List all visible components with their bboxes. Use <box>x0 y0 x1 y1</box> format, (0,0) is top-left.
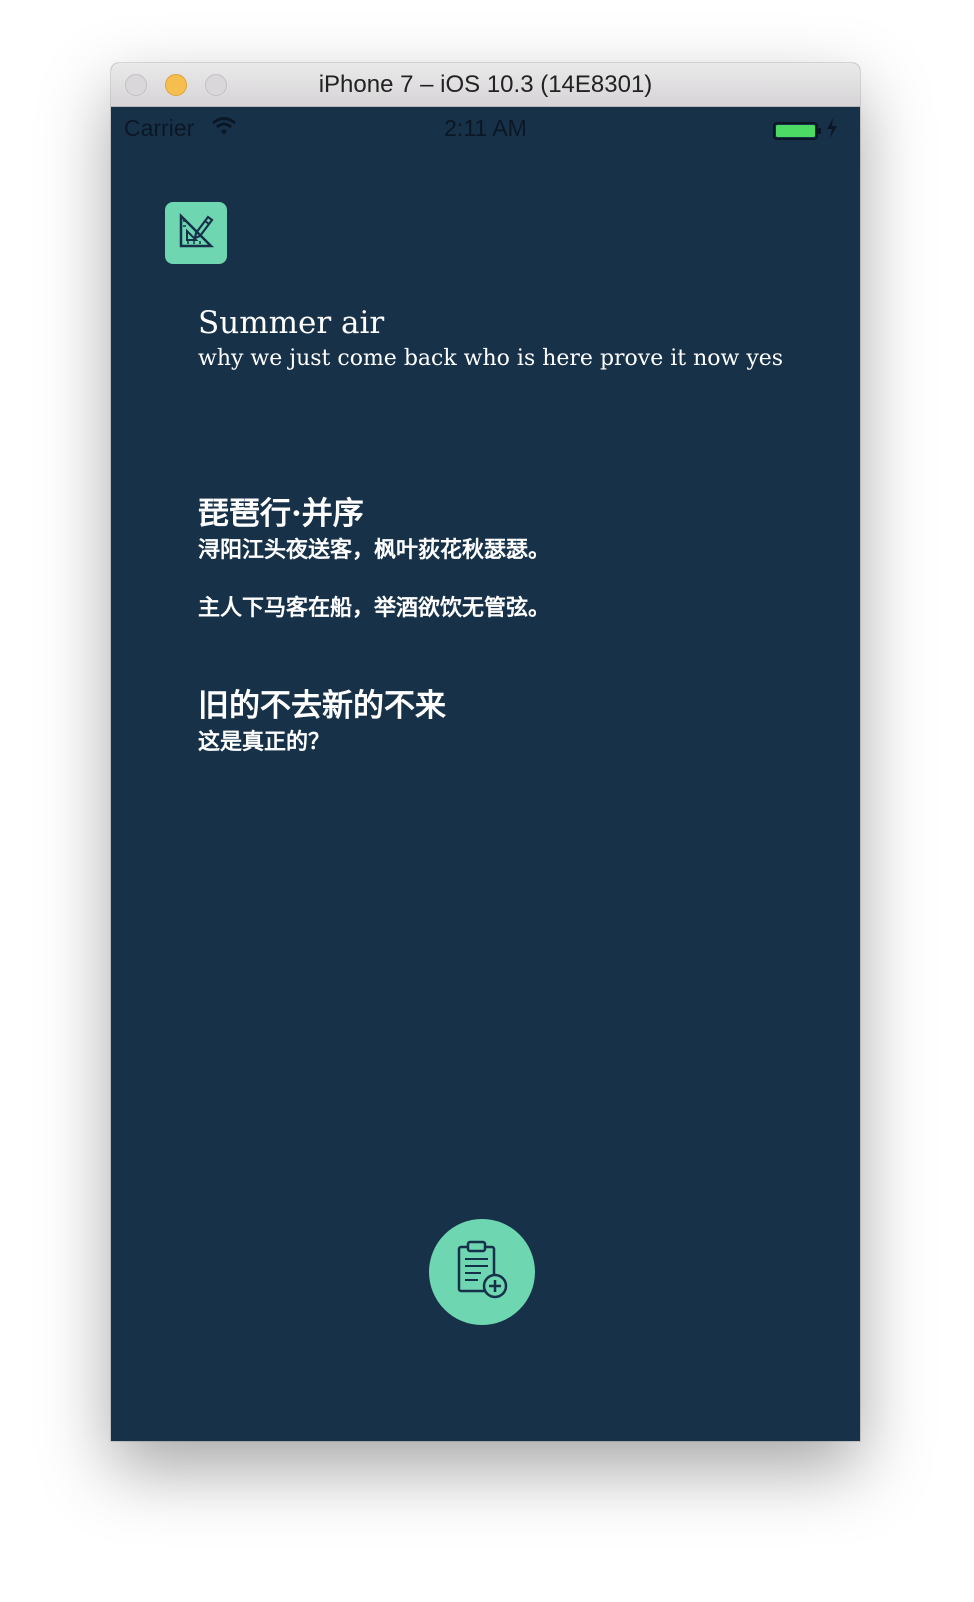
entry-old-new[interactable]: 旧的不去新的不来 这是真正的？ <box>198 687 446 759</box>
entry-title: 琵琶行·并序 <box>198 496 364 532</box>
entry-title: 旧的不去新的不来 <box>198 688 446 724</box>
ruler-pencil-icon <box>176 211 216 255</box>
window-title: iPhone 7 – iOS 10.3 (14E8301) <box>318 71 653 98</box>
simulator-window: iPhone 7 – iOS 10.3 (14E8301) Carrier 2:… <box>111 63 860 1441</box>
status-bar: Carrier 2:11 AM <box>111 107 860 147</box>
add-note-button[interactable] <box>429 1219 535 1325</box>
entry-line: why we just come back who is here prove … <box>198 346 784 371</box>
status-time: 2:11 AM <box>444 115 527 141</box>
window-titlebar: iPhone 7 – iOS 10.3 (14E8301) <box>111 63 860 107</box>
entry-pipa-xing[interactable]: 琵琶行·并序 浔阳江头夜送客，枫叶荻花秋瑟瑟。 主人下马客在船，举酒欲饮无管弦。 <box>198 495 550 625</box>
edit-tools-button[interactable] <box>165 202 227 264</box>
entry-line: 主人下马客在船，举酒欲饮无管弦。 <box>198 595 551 621</box>
entry-summer-air[interactable]: Summer air why we just come back who is … <box>198 304 783 376</box>
battery-icon <box>773 119 823 146</box>
entry-line: 浔阳江头夜送客，枫叶荻花秋瑟瑟。 <box>198 537 551 563</box>
entry-title: Summer air <box>198 305 385 341</box>
entry-line: 这是真正的？ <box>198 729 331 755</box>
clipboard-add-icon <box>454 1239 510 1305</box>
charging-icon <box>826 117 838 144</box>
phone-screen: Carrier 2:11 AM Summer air why we just c… <box>111 107 860 1441</box>
